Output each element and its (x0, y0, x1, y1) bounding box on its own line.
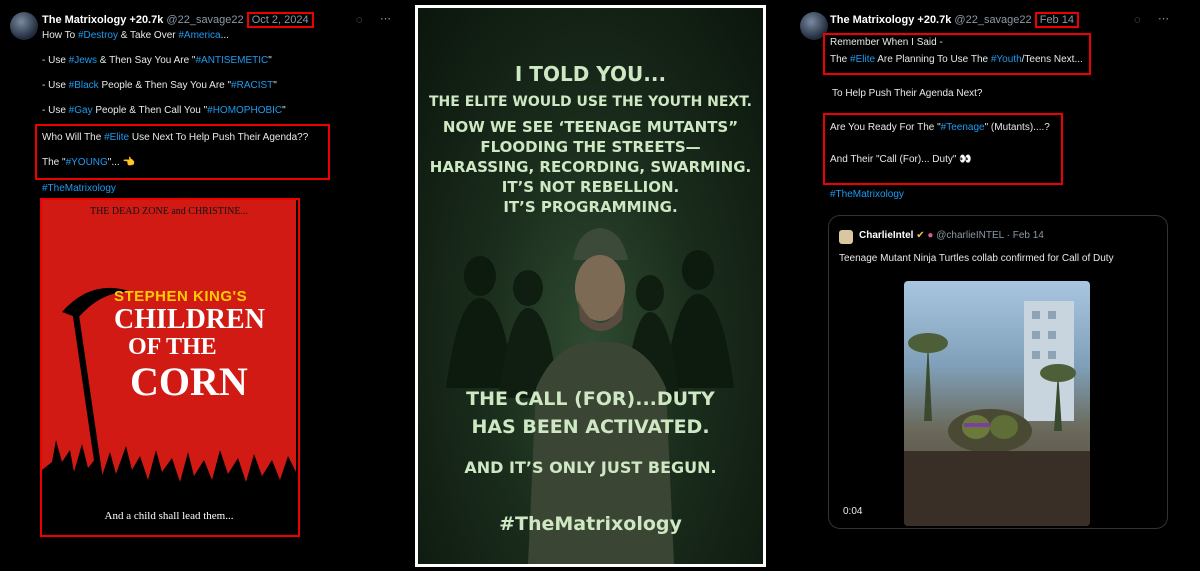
avatar[interactable] (10, 12, 38, 40)
meme-line-4: FLOODING THE STREETS— (480, 138, 701, 156)
meme-line-9: HAS BEEN ACTIVATED. (471, 416, 710, 438)
hashtag-link[interactable]: #ANTISEMETIC (195, 55, 268, 66)
meme-line-1: I TOLD YOU... (514, 62, 667, 86)
more-icon[interactable]: ⋯ (1158, 12, 1169, 25)
quote-author[interactable]: CharlieIntel (859, 230, 913, 241)
video-timestamp: 0:04 (843, 506, 863, 517)
tweet-line-5: And Their "Call (For)... Duty" 👀 (830, 154, 972, 165)
quote-text: Teenage Mutant Ninja Turtles collab conf… (839, 253, 1114, 264)
meme-line-8: THE CALL (FOR)...DUTY (466, 388, 715, 410)
hashtag-link[interactable]: #Youth (991, 54, 1022, 65)
hashtag-link[interactable]: #YOUNG (66, 157, 108, 168)
grok-icon[interactable]: ◌ (356, 14, 363, 26)
author-name[interactable]: The Matrixology +20.7k (42, 14, 163, 26)
hashtag-link[interactable]: #America (178, 30, 220, 41)
more-icon[interactable]: ⋯ (380, 12, 391, 25)
meme-line-3: NOW WE SEE ‘TEENAGE MUTANTS” (442, 118, 739, 136)
center-meme-image: I TOLD YOU... THE ELITE WOULD USE THE YO… (415, 5, 766, 567)
tweet-date[interactable]: Feb 14 (1034, 12, 1079, 28)
hashtag-link[interactable]: #Jews (69, 55, 97, 66)
video-player[interactable] (904, 281, 1090, 526)
hashtag-link[interactable]: #Elite (104, 132, 129, 143)
author-handle[interactable]: @22_savage22 (166, 14, 243, 26)
grok-icon[interactable]: ◌ (1134, 14, 1141, 26)
hashtag-link[interactable]: #Destroy (78, 30, 118, 41)
hooded-figures (446, 228, 734, 564)
badge-icon: ● (927, 230, 934, 241)
left-tweet: The Matrixology +20.7k @22_savage22 Oct … (0, 0, 410, 571)
hashtag-link[interactable]: #TheMatrixology (42, 183, 116, 194)
tweet-line-2: The #Elite Are Planning To Use The #Yout… (830, 54, 1083, 65)
quote-header: CharlieIntel ✔ ● @charlieINTEL · Feb 14 (859, 230, 1044, 241)
tweet-line-1: How To #Destroy & Take Over #America... (42, 30, 229, 41)
quote-handle[interactable]: @charlieINTEL (936, 230, 1004, 241)
tweet-header: The Matrixology +20.7k @22_savage22 Oct … (42, 12, 314, 28)
tweet-line-4: Are You Ready For The "#Teenage" (Mutant… (830, 122, 1050, 133)
tweet-line-2: - Use #Jews & Then Say You Are "#ANTISEM… (42, 55, 272, 66)
verified-icon: ✔ (916, 230, 925, 241)
tweet-line-5: Who Will The #Elite Use Next To Help Pus… (42, 132, 309, 143)
tweet-line-3: - Use #Black People & Then Say You Are "… (42, 80, 277, 91)
hashtag-link[interactable]: #Teenage (941, 122, 985, 133)
author-handle[interactable]: @22_savage22 (954, 14, 1031, 26)
tweet-header: The Matrixology +20.7k @22_savage22 Feb … (830, 12, 1079, 28)
hashtag-link[interactable]: #TheMatrixology (830, 189, 904, 200)
quote-date[interactable]: Feb 14 (1013, 230, 1044, 241)
meme-line-2: THE ELITE WOULD USE THE YOUTH NEXT. (429, 94, 752, 110)
hashtag-link[interactable]: #HOMOPHOBIC (207, 105, 282, 116)
video-thumbnail (904, 301, 1090, 526)
tweet-date[interactable]: Oct 2, 2024 (246, 12, 314, 28)
hashtag-link[interactable]: #Black (69, 80, 99, 91)
quote-avatar[interactable] (839, 230, 853, 244)
hashtag-link[interactable]: #RACIST (231, 80, 273, 91)
author-name[interactable]: The Matrixology +20.7k (830, 14, 951, 26)
hashtag-link[interactable]: #Elite (850, 54, 875, 65)
highlight-box (40, 198, 300, 537)
tweet-line-3: To Help Push Their Agenda Next? (832, 88, 983, 99)
tweet-line-6: The "#YOUNG"... 👈 (42, 157, 135, 168)
meme-line-6: IT’S NOT REBELLION. (501, 178, 680, 196)
meme-line-10: AND IT’S ONLY JUST BEGUN. (464, 458, 717, 477)
tweet-line-1: Remember When I Said - (830, 37, 943, 48)
meme-line-7: IT’S PROGRAMMING. (503, 198, 678, 216)
tweet-line-4: - Use #Gay People & Then Call You "#HOMO… (42, 105, 286, 116)
meme-hashtag: #TheMatrixology (499, 513, 682, 535)
hashtag-link[interactable]: #Gay (69, 105, 93, 116)
meme-line-5: HARASSING, RECORDING, SWARMING. (429, 158, 752, 176)
